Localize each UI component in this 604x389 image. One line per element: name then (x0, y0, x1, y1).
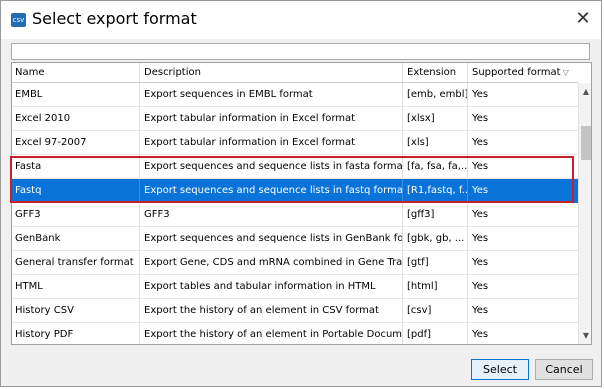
cell-name: Fasta (12, 155, 140, 178)
cell-supported: Yes (472, 137, 489, 148)
cell-extension: [R1,fastq, f... (403, 179, 468, 202)
cell-name: Excel 97-2007 (12, 131, 140, 154)
cell-name: General transfer format (12, 251, 140, 274)
cell-extension: [xls] (403, 131, 468, 154)
cell-description: Export tabular information in Excel form… (140, 107, 403, 130)
table-row[interactable]: EMBL Export sequences in EMBL format [emb,… (12, 83, 578, 107)
cell-description: Export sequences and sequence lists in f… (140, 155, 403, 178)
cell-description: GFF3 (140, 203, 403, 226)
cell-extension: [pdf] (403, 323, 468, 344)
title-bar: csv Select export format ✕ (1, 1, 601, 39)
table-row[interactable]: Excel 97-2007 Export tabular information … (12, 131, 578, 155)
select-button[interactable]: Select (471, 359, 529, 380)
cell-supported: Yes (472, 233, 489, 244)
column-header-description[interactable]: Description (140, 63, 403, 82)
cell-extension: [emb, embl] (403, 83, 468, 106)
column-header-extension[interactable]: Extension (403, 63, 468, 82)
cell-extension: [gtf] (403, 251, 468, 274)
cell-name: EMBL (12, 83, 140, 106)
table-row[interactable]: HTML Export tables and tabular informatio… (12, 275, 578, 299)
close-icon[interactable]: ✕ (571, 7, 595, 31)
table-row[interactable]: Excel 2010 Export tabular information in … (12, 107, 578, 131)
cell-description: Export sequences in EMBL format (140, 83, 403, 106)
cell-name: HTML (12, 275, 140, 298)
cell-description: Export the history of an element in Port… (140, 323, 403, 344)
dialog-title: Select export format (32, 9, 197, 28)
table-row[interactable]: Fastq Export sequences and sequence lists… (12, 179, 578, 203)
table-row[interactable]: History CSV Export the history of an elem… (12, 299, 578, 323)
cell-name: History CSV (12, 299, 140, 322)
scroll-down-icon[interactable]: ▼ (579, 327, 591, 344)
cell-supported: Yes (472, 305, 489, 316)
app-icon: csv (11, 13, 26, 27)
cell-extension: [gbk, gb, ... (403, 227, 468, 250)
cell-extension: [xlsx] (403, 107, 468, 130)
cancel-button[interactable]: Cancel (535, 359, 593, 380)
cell-extension: [fa, fsa, fa,... (403, 155, 468, 178)
scroll-up-icon[interactable]: ▲ (579, 83, 591, 101)
cell-extension: [csv] (403, 299, 468, 322)
cell-supported: Yes (472, 113, 489, 124)
table-row[interactable]: GenBank Export sequences and sequence lis… (12, 227, 578, 251)
cell-description: Export sequences and sequence lists in f… (140, 179, 403, 202)
cell-name: History PDF (12, 323, 140, 344)
cell-supported: Yes (472, 161, 489, 172)
cell-supported: Yes (472, 281, 489, 292)
cell-description: Export sequences and sequence lists in G… (140, 227, 403, 250)
table-row[interactable]: GFF3 GFF3 [gff3] Yes (12, 203, 578, 227)
cell-description: Export Gene, CDS and mRNA combined in Ge… (140, 251, 403, 274)
cell-supported: Yes (472, 329, 489, 340)
cell-supported: Yes (472, 89, 489, 100)
cell-name: GFF3 (12, 203, 140, 226)
table-row[interactable]: History PDF Export the history of an elem… (12, 323, 578, 344)
cell-name: Excel 2010 (12, 107, 140, 130)
table-row[interactable]: General transfer format Export Gene, CDS … (12, 251, 578, 275)
column-header-supported-format[interactable]: Supported format ▽ (468, 63, 578, 82)
cell-supported: Yes (472, 185, 489, 196)
cell-extension: [html] (403, 275, 468, 298)
cell-name: Fastq (12, 179, 140, 202)
cell-description: Export tables and tabular information in… (140, 275, 403, 298)
cell-description: Export the history of an element in CSV … (140, 299, 403, 322)
vertical-scrollbar[interactable]: ▲ ▼ (578, 83, 591, 344)
table-header: Name Description Extension Supported for… (12, 63, 578, 83)
format-table: Name Description Extension Supported for… (11, 62, 592, 345)
sort-icon: ▽ (562, 68, 569, 77)
cell-supported: Yes (472, 209, 489, 220)
scroll-thumb[interactable] (581, 126, 591, 160)
column-header-name[interactable]: Name (12, 63, 140, 82)
export-format-dialog: csv Select export format ✕ Name Descript… (0, 0, 602, 387)
cell-extension: [gff3] (403, 203, 468, 226)
table-row[interactable]: Fasta Export sequences and sequence lists… (12, 155, 578, 179)
cell-supported: Yes (472, 257, 489, 268)
cell-description: Export tabular information in Excel form… (140, 131, 403, 154)
filter-input[interactable] (11, 43, 590, 60)
cell-name: GenBank (12, 227, 140, 250)
